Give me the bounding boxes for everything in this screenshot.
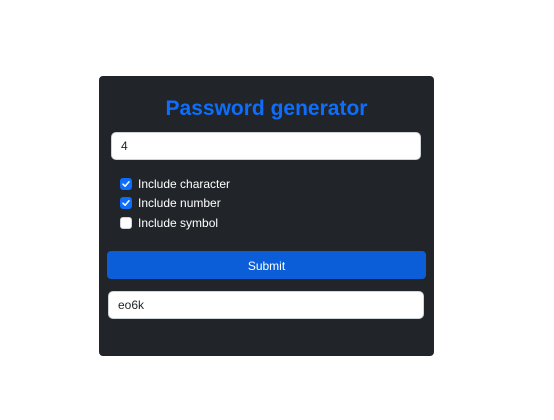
submit-button[interactable]: Submit	[107, 251, 426, 279]
option-label: Include number	[138, 196, 221, 211]
option-include-number[interactable]: Include number	[120, 194, 230, 214]
option-label: Include symbol	[138, 215, 219, 230]
password-output-field[interactable]	[108, 291, 424, 319]
generator-card: Password generator Include character Inc…	[99, 76, 434, 356]
checkmark-icon	[122, 200, 130, 207]
length-input[interactable]	[111, 132, 421, 160]
option-include-symbol[interactable]: Include symbol	[120, 213, 230, 233]
option-include-character[interactable]: Include character	[120, 174, 230, 194]
option-label: Include character	[138, 176, 231, 191]
checkmark-icon	[122, 180, 130, 187]
checkbox-include-symbol[interactable]	[120, 216, 132, 229]
options-list: Include character Include number Include…	[120, 174, 230, 233]
page-title: Password generator	[165, 97, 368, 120]
checkbox-include-number[interactable]	[120, 197, 132, 210]
checkbox-include-character[interactable]	[120, 177, 132, 190]
